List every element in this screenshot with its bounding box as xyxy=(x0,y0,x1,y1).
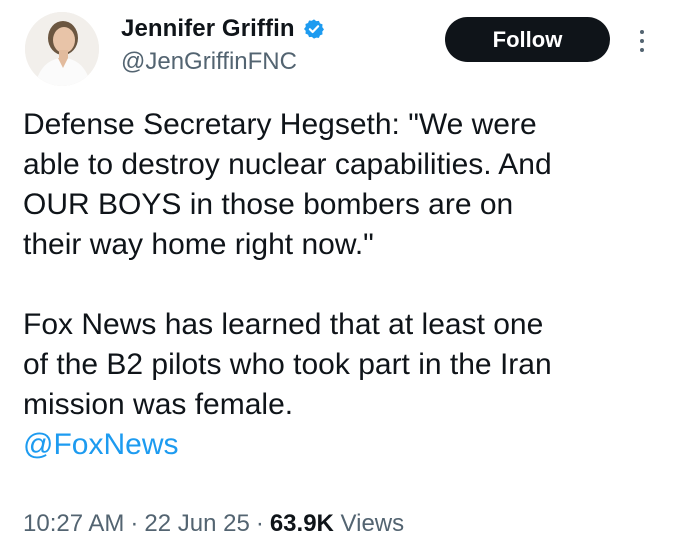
mention-link[interactable]: @FoxNews xyxy=(23,428,178,461)
meta-separator: · xyxy=(255,510,264,537)
meta-separator: · xyxy=(130,510,139,537)
more-dot xyxy=(640,48,644,52)
tweet-header: Jennifer Griffin @JenGriffinFNC Follow xyxy=(0,0,680,110)
display-name[interactable]: Jennifer Griffin xyxy=(121,15,295,43)
follow-button[interactable]: Follow xyxy=(445,17,610,62)
author-info: Jennifer Griffin @JenGriffinFNC xyxy=(121,14,325,76)
name-row: Jennifer Griffin xyxy=(121,14,325,44)
tweet-paragraph-2: Fox News has learned that at least one o… xyxy=(23,308,552,421)
verified-badge-icon xyxy=(303,18,325,40)
tweet-paragraph-1: Defense Secretary Hegseth: "We were able… xyxy=(23,108,552,261)
user-handle[interactable]: @JenGriffinFNC xyxy=(121,48,325,76)
more-dot xyxy=(640,30,644,34)
tweet-meta: 10:27 AM · 22 Jun 25 · 63.9K Views xyxy=(23,510,404,538)
tweet-text: Defense Secretary Hegseth: "We were able… xyxy=(23,105,663,465)
views-label: Views xyxy=(340,510,405,537)
tweet-time[interactable]: 10:27 AM xyxy=(23,510,124,537)
more-dot xyxy=(640,39,644,43)
tweet-date[interactable]: 22 Jun 25 xyxy=(144,510,249,537)
avatar[interactable] xyxy=(25,12,99,86)
views-count: 63.9K xyxy=(269,510,334,537)
more-options-icon[interactable] xyxy=(631,24,653,58)
profile-photo-icon xyxy=(25,12,99,86)
